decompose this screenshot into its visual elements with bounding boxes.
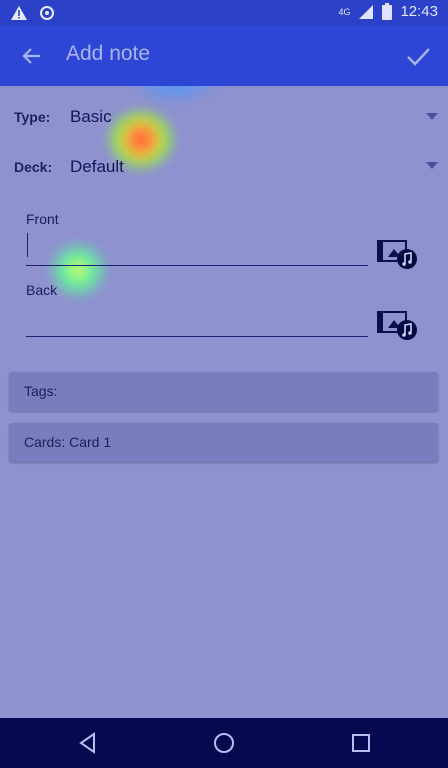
front-field-input[interactable] [26, 232, 368, 264]
deck-value[interactable]: Default [70, 157, 124, 177]
type-label: Type: [14, 109, 51, 125]
back-triangle-icon[interactable] [76, 731, 100, 755]
back-field-input[interactable] [26, 302, 368, 334]
back-field-label: Back [26, 282, 58, 298]
app-bar: Add note [0, 26, 448, 86]
navigation-bar [0, 718, 448, 768]
battery-icon [382, 3, 393, 20]
deck-label: Deck: [14, 159, 53, 175]
front-field-underline [26, 265, 368, 266]
cards-label: Cards: Card 1 [24, 434, 112, 450]
recents-square-icon[interactable] [349, 731, 373, 755]
multimedia-icon[interactable] [376, 308, 420, 342]
signal-icon [359, 4, 374, 19]
home-circle-icon[interactable] [212, 731, 236, 755]
front-field-label: Front [26, 211, 59, 227]
tags-button[interactable]: Tags: [9, 372, 438, 411]
cards-button[interactable]: Cards: Card 1 [9, 423, 438, 462]
multimedia-icon[interactable] [376, 237, 420, 271]
back-field-underline [26, 336, 368, 337]
arrow-back-icon[interactable] [18, 42, 46, 70]
chevron-down-icon[interactable] [426, 113, 438, 120]
warning-icon [11, 6, 27, 20]
type-value[interactable]: Basic [70, 107, 112, 127]
clock: 12:43 [400, 3, 438, 20]
network-type: 4G [338, 6, 351, 17]
tags-label: Tags: [24, 383, 58, 399]
chevron-down-icon[interactable] [426, 162, 438, 169]
sync-icon [40, 6, 54, 20]
status-bar: 4G 12:43 [0, 0, 448, 26]
page-title: Add note [66, 42, 151, 65]
check-icon[interactable] [404, 42, 432, 70]
